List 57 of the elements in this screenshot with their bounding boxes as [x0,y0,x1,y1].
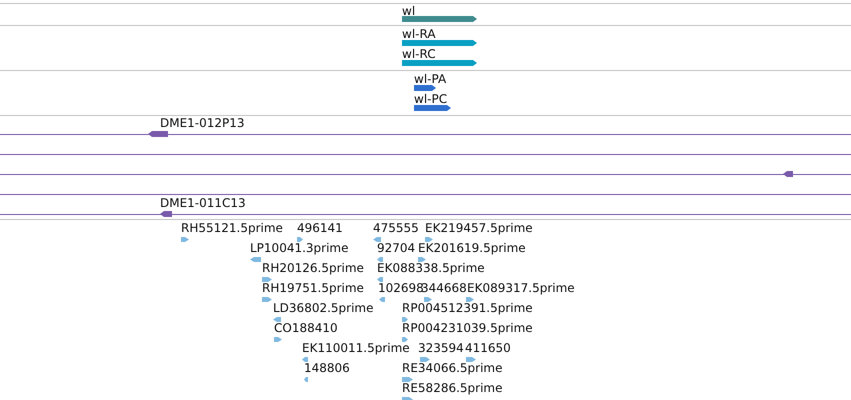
protein-feature-arrow[interactable] [414,105,451,111]
feature-label: wl-PA [414,72,446,86]
feature-label: EK201619.5prime [418,241,526,255]
feature-label: wl-RA [402,27,436,41]
feature-label: 344668 [421,281,467,295]
est-feature-arrow[interactable] [250,257,261,262]
est-feature-arrow[interactable] [424,297,432,302]
est-feature-arrow[interactable] [379,297,385,302]
clone-feature-arrow[interactable] [783,171,793,177]
feature-label: EK110011.5prime [302,341,410,355]
est-feature-arrow[interactable] [273,317,281,322]
feature-label: 496141 [297,221,343,235]
feature-label: DME1-012P13 [160,116,245,130]
protein-feature-arrow[interactable] [414,85,436,91]
feature-label: 92704 [377,241,416,255]
feature-label: LD36802.5prime [273,301,374,315]
feature-label: RP004512391.5prime [402,301,533,315]
feature-label: 323594 [418,341,464,355]
est-feature-arrow[interactable] [420,357,430,362]
est-feature-arrow[interactable] [304,377,308,382]
feature-label: RH19751.5prime [262,281,364,295]
clone-feature-arrow[interactable] [148,131,168,137]
est-feature-arrow[interactable] [377,257,383,262]
feature-label: wl-PC [414,92,448,106]
feature-label: DME1-011C13 [160,196,246,210]
feature-label: 102698 [378,281,424,295]
est-feature-arrow[interactable] [373,237,381,242]
est-feature-arrow[interactable] [402,377,413,382]
feature-label: 411650 [465,341,511,355]
feature-label: 475555 [373,221,419,235]
feature-label: wl [402,4,416,18]
est-feature-arrow[interactable] [262,277,272,282]
est-feature-arrow[interactable] [466,297,474,302]
feature-label: EK219457.5prime [425,221,533,235]
feature-label: LP10041.3prime [250,241,349,255]
feature-label: RH20126.5prime [262,261,364,275]
est-feature-arrow[interactable] [402,317,408,322]
feature-label: RH55121.5prime [181,221,283,235]
feature-label: RE34066.5prime [402,361,502,375]
est-feature-arrow[interactable] [297,237,303,242]
est-feature-arrow[interactable] [262,297,272,302]
clone-feature-arrow[interactable] [160,211,172,217]
feature-label: CO188410 [274,321,338,335]
feature-label: EK088338.5prime [377,261,485,275]
est-feature-arrow[interactable] [466,357,476,362]
feature-label: RE58286.5prime [402,381,502,395]
est-feature-arrow[interactable] [181,237,189,242]
est-feature-arrow[interactable] [402,337,408,342]
feature-label: RP004231039.5prime [402,321,533,335]
feature-label: wl-RC [402,47,436,61]
est-feature-arrow[interactable] [425,237,433,242]
est-feature-arrow[interactable] [377,277,383,282]
est-feature-arrow[interactable] [302,357,308,362]
est-feature-arrow[interactable] [274,337,282,342]
feature-label: 148806 [304,361,350,375]
est-feature-arrow[interactable] [418,257,426,262]
feature-label: EK089317.5prime [467,281,575,295]
